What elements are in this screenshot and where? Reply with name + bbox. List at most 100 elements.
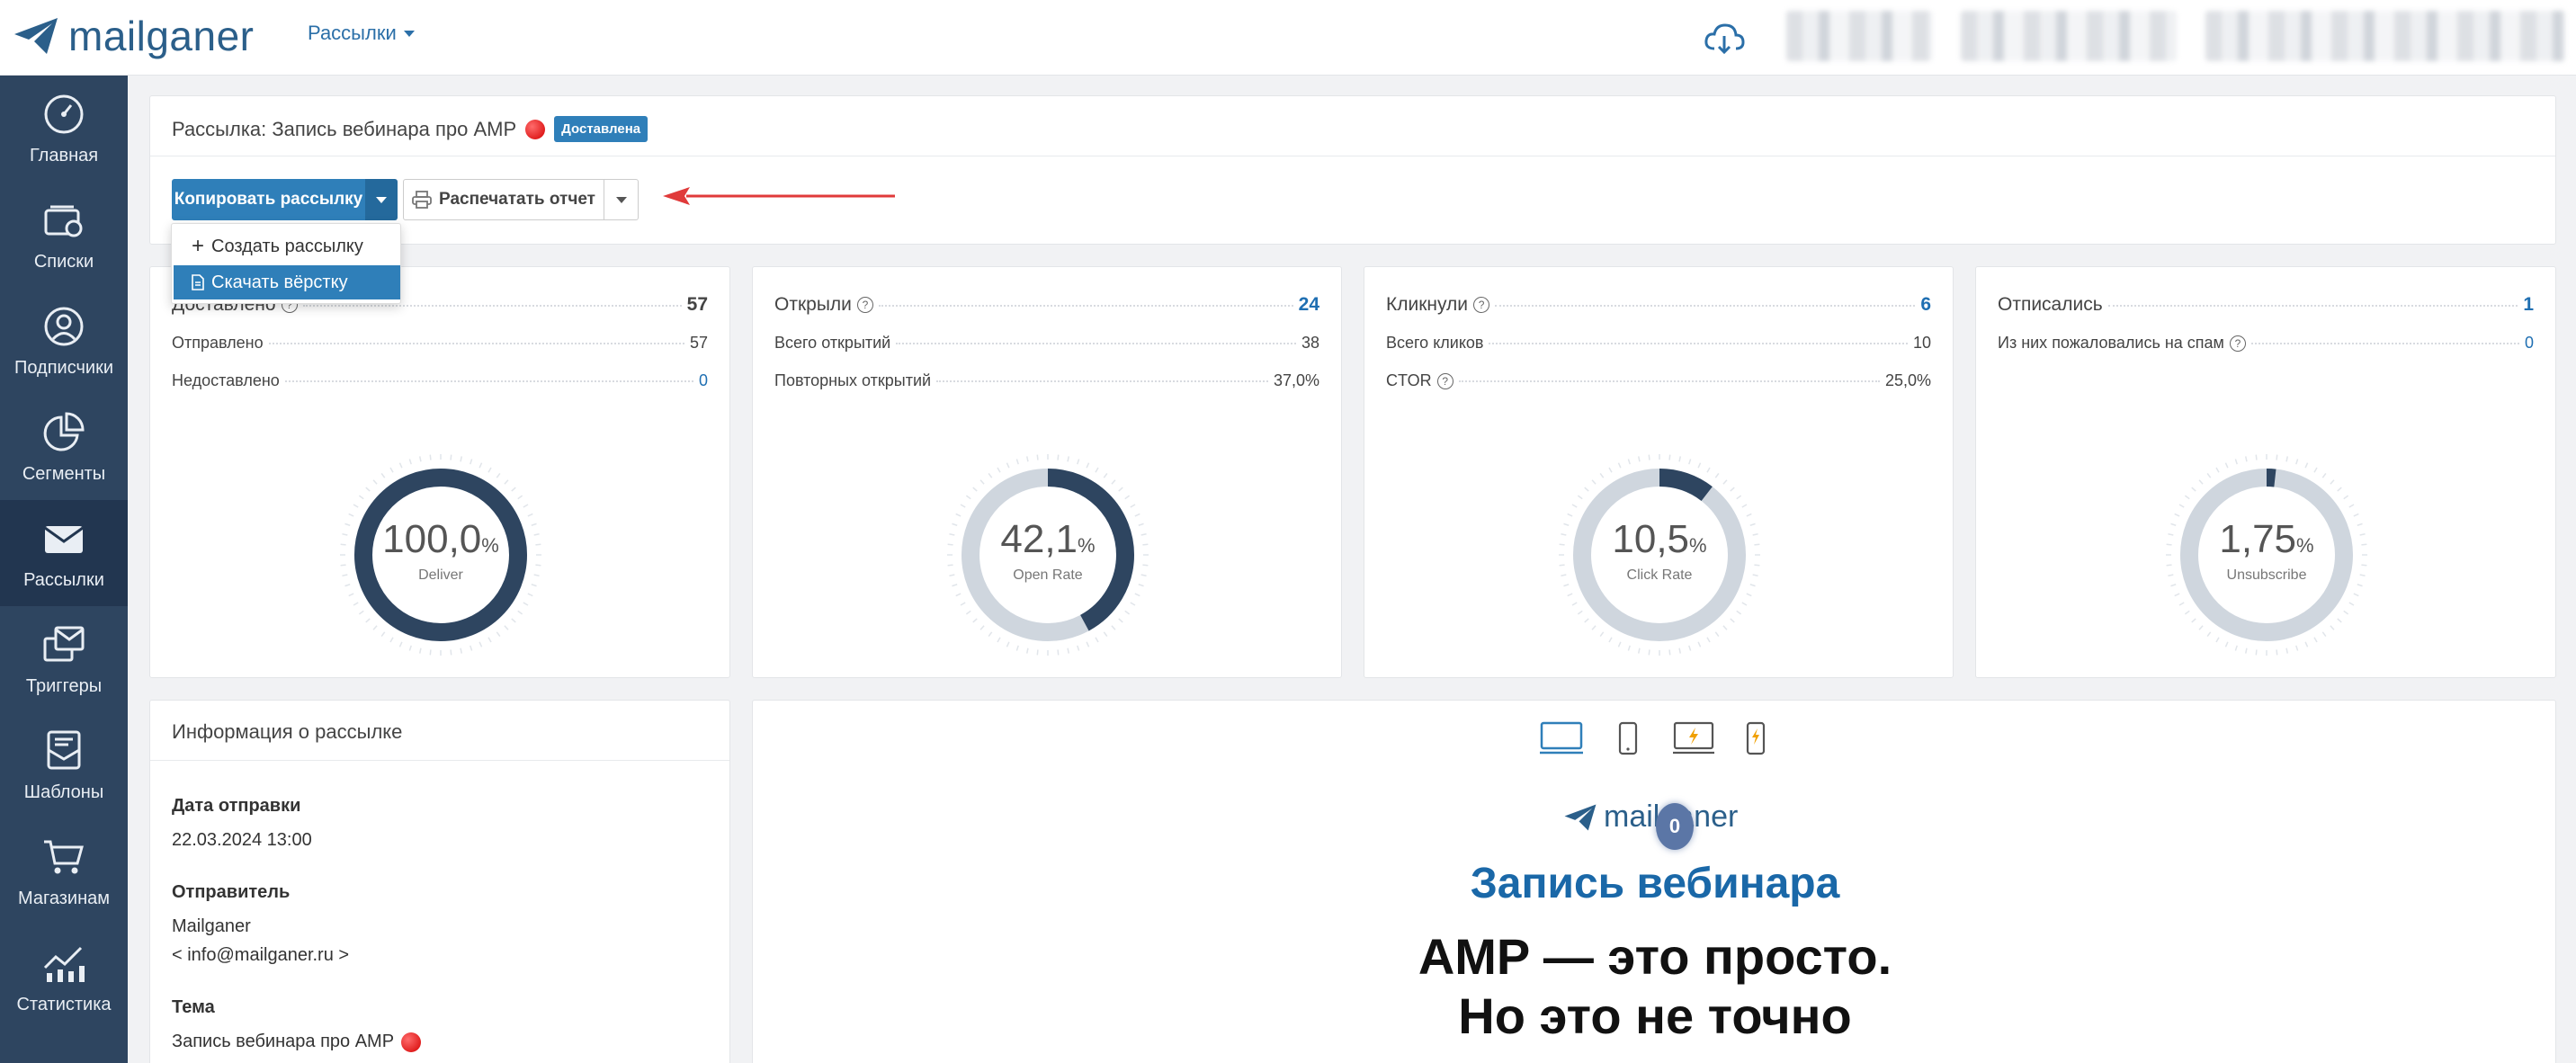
- account-info-blurred: [1786, 11, 1932, 61]
- copy-campaign-dropdown-toggle[interactable]: [365, 179, 398, 220]
- sidebar-item-label: Подписчики: [13, 357, 114, 378]
- stat-row-ctor: CTOR? 25,0%: [1386, 371, 1931, 390]
- menu-item-create-mailing[interactable]: + Создать рассылку: [174, 229, 400, 264]
- campaign-title-text: Рассылка: Запись вебинара про AMP: [172, 117, 517, 140]
- gauge-tick: [1134, 593, 1140, 597]
- balance-info-blurred: [1961, 11, 2177, 61]
- gauge-tick: [527, 593, 533, 597]
- gauge-tick: [997, 637, 1001, 643]
- gauge-tick: [1637, 648, 1641, 654]
- sender-label: Отправитель: [172, 882, 291, 902]
- sidebar-item-mailings[interactable]: Рассылки: [0, 500, 128, 606]
- sidebar-item-home[interactable]: Главная: [0, 76, 128, 182]
- gauge-tick: [972, 618, 978, 623]
- gauge-tick: [2321, 472, 2327, 478]
- gauge-tick: [429, 649, 432, 656]
- gauge-tick: [1617, 641, 1622, 648]
- nav-menu-mailings[interactable]: Рассылки: [308, 22, 415, 45]
- copy-dropdown-menu: + Создать рассылку Скачать вёрстку: [171, 223, 401, 304]
- menu-item-download-layout[interactable]: Скачать вёрстку: [174, 265, 400, 299]
- gauge-tick: [1754, 564, 1760, 567]
- cloud-download-icon[interactable]: [1704, 22, 1745, 58]
- sidebar-item-label: Магазинам: [17, 888, 111, 908]
- gauge-tick: [1714, 631, 1720, 638]
- menu-item-label: Скачать вёрстку: [211, 272, 348, 292]
- stat-row-spam-complaints: Из них пожаловались на спам? 0: [1998, 334, 2534, 353]
- stat-value: 25,0%: [1884, 371, 1931, 389]
- gauge-tick: [1015, 645, 1019, 651]
- gauge-tick: [2337, 487, 2342, 492]
- gauge-tick: [1567, 593, 1573, 597]
- gauge-tick: [2174, 593, 2180, 597]
- gauge-tick: [1722, 479, 1728, 485]
- divider: [150, 760, 729, 761]
- sidebar-item-statistics[interactable]: Статистика: [0, 925, 128, 1031]
- gauge-tick: [389, 467, 394, 473]
- stat-value-link[interactable]: 1: [2523, 294, 2534, 316]
- gauge-tick: [997, 467, 1001, 473]
- amp-desktop-view-icon[interactable]: [1672, 720, 1715, 756]
- gauge-value: 42,1%: [940, 517, 1156, 562]
- gauge-tick: [1134, 513, 1140, 517]
- stat-value-link[interactable]: 0: [699, 371, 708, 390]
- stat-value-link[interactable]: 0: [2525, 334, 2534, 353]
- copy-campaign-button[interactable]: Копировать рассылку: [172, 179, 365, 220]
- gauge-tick: [2215, 637, 2220, 643]
- gauge-value: 100,0%: [333, 517, 549, 562]
- gauge-tick: [1648, 454, 1650, 460]
- stat-row-unsubscribed: Отписались 1: [1998, 294, 2534, 316]
- mobile-view-icon[interactable]: [1616, 720, 1640, 756]
- gauge-tick: [487, 637, 492, 643]
- sidebar-item-segments[interactable]: Сегменты: [0, 394, 128, 500]
- gauge-number: 100,0: [382, 517, 482, 561]
- stat-label-text: Из них пожаловались на спам: [1998, 334, 2224, 352]
- sidebar-item-subscribers[interactable]: Подписчики: [0, 288, 128, 394]
- sidebar-item-label: Триггеры: [25, 675, 103, 696]
- help-icon[interactable]: ?: [1436, 372, 1453, 389]
- app-logo[interactable]: mailganer: [13, 9, 255, 63]
- stat-card-opened: Открыли? 24 Всего открытий 38 Повторных …: [752, 266, 1342, 678]
- gauge-tick: [1577, 610, 1583, 615]
- stat-value: 57: [689, 334, 708, 352]
- stat-value-link[interactable]: 24: [1299, 294, 1319, 316]
- mail-icon: [44, 525, 84, 553]
- desktop-view-icon[interactable]: [1539, 720, 1584, 756]
- preview-subtitle-line1: AMP — это просто.: [1418, 928, 1892, 985]
- gauge-tick: [1648, 649, 1650, 656]
- logo-icon: [14, 18, 58, 54]
- gauge-number: 1,75: [2219, 517, 2297, 561]
- user-menu-blurred[interactable]: [2205, 11, 2565, 61]
- gauge-tick: [1057, 649, 1060, 656]
- gauge-tick: [1086, 462, 1090, 469]
- gauge-tick: [1591, 479, 1597, 485]
- stat-row-repeat-opens: Повторных открытий 37,0%: [774, 371, 1319, 390]
- gauge-caption: Unsubscribe: [2226, 567, 2307, 583]
- print-report-button[interactable]: Распечатать отчет: [403, 179, 604, 220]
- print-report-dropdown-toggle[interactable]: [604, 179, 639, 220]
- help-icon[interactable]: ?: [2229, 335, 2246, 352]
- help-icon[interactable]: ?: [856, 297, 873, 313]
- sidebar-item-shops[interactable]: Магазинам: [0, 818, 128, 925]
- gauge-tick: [1567, 513, 1573, 517]
- gauge-tick: [960, 602, 966, 606]
- gauge-tick: [979, 479, 985, 485]
- gauge-tick: [2198, 479, 2204, 485]
- gauge-tick: [408, 645, 412, 651]
- stat-value-link[interactable]: 6: [1920, 294, 1931, 316]
- preview-counter-badge: 0: [1656, 803, 1694, 850]
- amp-mobile-view-icon[interactable]: [1744, 720, 1767, 756]
- subject-label: Тема: [172, 997, 215, 1017]
- sidebar-item-templates[interactable]: Шаблоны: [0, 712, 128, 818]
- sidebar-item-lists[interactable]: Списки: [0, 182, 128, 288]
- sidebar-item-triggers[interactable]: Триггеры: [0, 606, 128, 712]
- gauge-tick: [418, 648, 422, 654]
- gauge-tick: [358, 610, 364, 615]
- help-icon[interactable]: ?: [1473, 297, 1490, 313]
- dotted-leader: [2107, 305, 2518, 307]
- stat-label-text: Кликнули: [1386, 294, 1469, 315]
- gauge-tick: [2206, 631, 2212, 638]
- status-badge: Доставлена: [554, 116, 648, 142]
- gauge-tick: [2330, 479, 2335, 485]
- campaign-info-card: Информация о рассылке Дата отправки 22.0…: [149, 700, 730, 1063]
- gauge-tick: [947, 564, 953, 567]
